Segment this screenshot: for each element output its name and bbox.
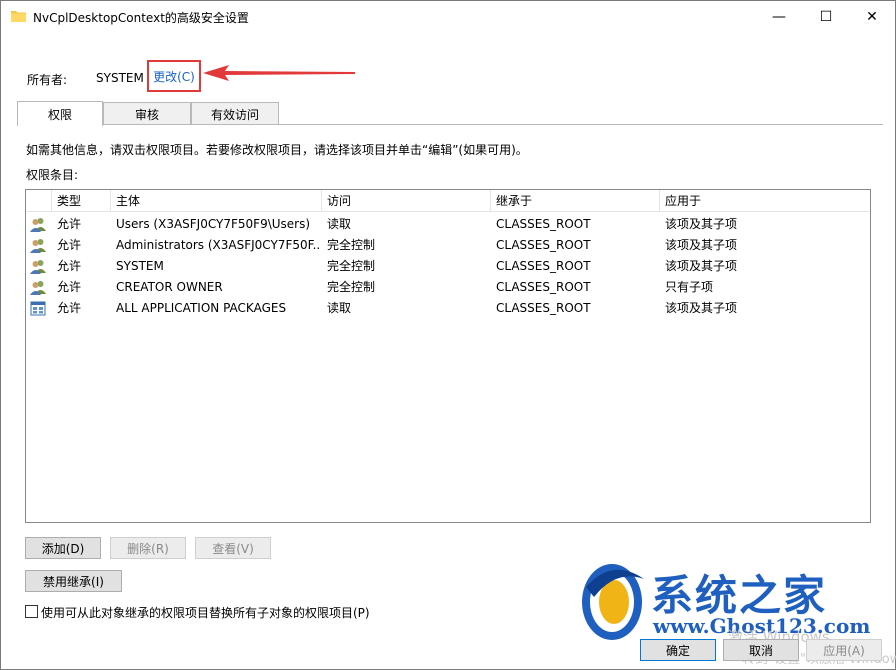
table-row[interactable]: 允许 ALL APPLICATION PACKAGES 读取 CLASSES_R… bbox=[26, 298, 870, 319]
header-type-label: 类型 bbox=[57, 194, 82, 208]
user-group-icon bbox=[30, 281, 46, 295]
cell-type: 允许 bbox=[57, 301, 82, 315]
cell-inherited-from: CLASSES_ROOT bbox=[496, 238, 591, 252]
cell-inherited-from: CLASSES_ROOT bbox=[496, 259, 591, 273]
cell-principal: Users (X3ASFJ0CY7F50F9\Users) bbox=[116, 217, 311, 231]
apply-button-label: 应用(A) bbox=[823, 643, 865, 658]
close-icon: ✕ bbox=[866, 8, 878, 25]
cancel-button[interactable]: 取消 bbox=[723, 639, 799, 661]
owner-label: 所有者: bbox=[27, 73, 68, 87]
table-row[interactable]: 允许 Users (X3ASFJ0CY7F50F9\Users) 读取 CLAS… bbox=[26, 214, 870, 235]
folder-icon bbox=[11, 11, 26, 22]
owner-value: SYSTEM bbox=[96, 71, 144, 85]
site-logo-icon bbox=[582, 564, 644, 640]
tab-auditing-label: 审核 bbox=[134, 107, 159, 122]
cell-applies-to: 该项及其子项 bbox=[665, 238, 738, 252]
info-text: 如需其他信息，请双击权限项目。若要修改权限项目，请选择该项目并单击“编辑”(如果… bbox=[26, 143, 528, 157]
add-button-label: 添加(D) bbox=[41, 541, 85, 556]
cell-applies-to: 该项及其子项 bbox=[665, 259, 738, 273]
add-button[interactable]: 添加(D) bbox=[25, 537, 101, 559]
cell-principal: SYSTEM bbox=[116, 259, 164, 273]
cell-access: 完全控制 bbox=[327, 280, 376, 294]
cell-access: 完全控制 bbox=[327, 238, 376, 252]
header-type[interactable]: 类型 bbox=[52, 190, 111, 212]
cancel-button-label: 取消 bbox=[748, 643, 773, 658]
advanced-security-window: NvCplDesktopContext的高级安全设置 — ☐ ✕ 所有者: SY… bbox=[0, 0, 896, 670]
cell-inherited-from: CLASSES_ROOT bbox=[496, 301, 591, 315]
table-row[interactable]: 允许 SYSTEM 完全控制 CLASSES_ROOT 该项及其子项 bbox=[26, 256, 870, 277]
tab-effective-access-label: 有效访问 bbox=[210, 107, 259, 122]
disable-inheritance-button[interactable]: 禁用继承(I) bbox=[25, 570, 122, 592]
change-owner-link[interactable]: 更改(C) bbox=[147, 60, 201, 92]
cell-type: 允许 bbox=[57, 280, 82, 294]
cell-type: 允许 bbox=[57, 217, 82, 231]
table-row[interactable]: 允许 Administrators (X3ASFJ0CY7F50F... 完全控… bbox=[26, 235, 870, 256]
tab-permissions[interactable]: 权限 bbox=[17, 101, 103, 126]
permission-entries-label: 权限条目: bbox=[26, 168, 79, 182]
header-inherited-from-label: 继承于 bbox=[496, 194, 533, 208]
cell-applies-to: 该项及其子项 bbox=[665, 217, 738, 231]
header-icon-col bbox=[26, 190, 52, 212]
header-access-label: 访问 bbox=[327, 194, 352, 208]
apply-button[interactable]: 应用(A) bbox=[806, 639, 882, 661]
close-button[interactable]: ✕ bbox=[849, 1, 895, 32]
cell-access: 完全控制 bbox=[327, 259, 376, 273]
ok-button[interactable]: 确定 bbox=[640, 639, 716, 661]
cell-type: 允许 bbox=[57, 259, 82, 273]
header-applies-to[interactable]: 应用于 bbox=[660, 190, 870, 212]
ok-button-label: 确定 bbox=[665, 643, 690, 658]
app-packages-icon bbox=[30, 301, 46, 316]
replace-child-permissions-checkbox[interactable] bbox=[25, 605, 38, 618]
cell-access: 读取 bbox=[327, 217, 352, 231]
cell-principal: Administrators (X3ASFJ0CY7F50F... bbox=[116, 238, 321, 252]
disable-inheritance-label: 禁用继承(I) bbox=[43, 574, 104, 589]
table-row[interactable]: 允许 CREATOR OWNER 完全控制 CLASSES_ROOT 只有子项 bbox=[26, 277, 870, 298]
user-group-icon bbox=[30, 218, 46, 232]
red-arrow-icon bbox=[203, 65, 355, 81]
header-principal-label: 主体 bbox=[116, 194, 141, 208]
permission-entries-list[interactable]: 类型 主体 访问 继承于 应用于 允许 Users (X3ASFJ0CY7F50… bbox=[25, 189, 871, 523]
cell-type: 允许 bbox=[57, 238, 82, 252]
cell-applies-to: 只有子项 bbox=[665, 280, 714, 294]
cell-principal: CREATOR OWNER bbox=[116, 280, 223, 294]
change-owner-link-label: 更改(C) bbox=[153, 69, 195, 84]
user-group-icon bbox=[30, 239, 46, 253]
remove-button-label: 删除(R) bbox=[127, 541, 169, 556]
tab-effective-access[interactable]: 有效访问 bbox=[191, 102, 279, 125]
tab-divider bbox=[103, 124, 883, 125]
cell-applies-to: 该项及其子项 bbox=[665, 301, 738, 315]
header-applies-to-label: 应用于 bbox=[665, 194, 702, 208]
cell-access: 读取 bbox=[327, 301, 352, 315]
cell-inherited-from: CLASSES_ROOT bbox=[496, 280, 591, 294]
tab-auditing[interactable]: 审核 bbox=[103, 102, 191, 125]
title-bar[interactable]: NvCplDesktopContext的高级安全设置 — ☐ ✕ bbox=[1, 1, 895, 32]
minimize-icon: — bbox=[772, 8, 786, 25]
header-principal[interactable]: 主体 bbox=[111, 190, 322, 212]
window-title: NvCplDesktopContext的高级安全设置 bbox=[33, 11, 249, 25]
replace-child-permissions-label: 使用可从此对象继承的权限项目替换所有子对象的权限项目(P) bbox=[41, 606, 370, 620]
cell-principal: ALL APPLICATION PACKAGES bbox=[116, 301, 287, 315]
header-inherited-from[interactable]: 继承于 bbox=[491, 190, 660, 212]
user-group-icon bbox=[30, 260, 46, 274]
list-header: 类型 主体 访问 继承于 应用于 bbox=[26, 190, 870, 212]
cell-inherited-from: CLASSES_ROOT bbox=[496, 217, 591, 231]
tab-permissions-label: 权限 bbox=[47, 107, 72, 122]
header-access[interactable]: 访问 bbox=[322, 190, 491, 212]
view-button[interactable]: 查看(V) bbox=[195, 537, 271, 559]
remove-button[interactable]: 删除(R) bbox=[110, 537, 186, 559]
minimize-button[interactable]: — bbox=[756, 1, 802, 32]
dialog-client-area: 所有者: SYSTEM 更改(C) 权限 审核 有效访问 如需其他信息，请双击权… bbox=[1, 32, 896, 669]
view-button-label: 查看(V) bbox=[212, 541, 254, 556]
maximize-button[interactable]: ☐ bbox=[803, 1, 849, 32]
maximize-icon: ☐ bbox=[819, 8, 833, 25]
